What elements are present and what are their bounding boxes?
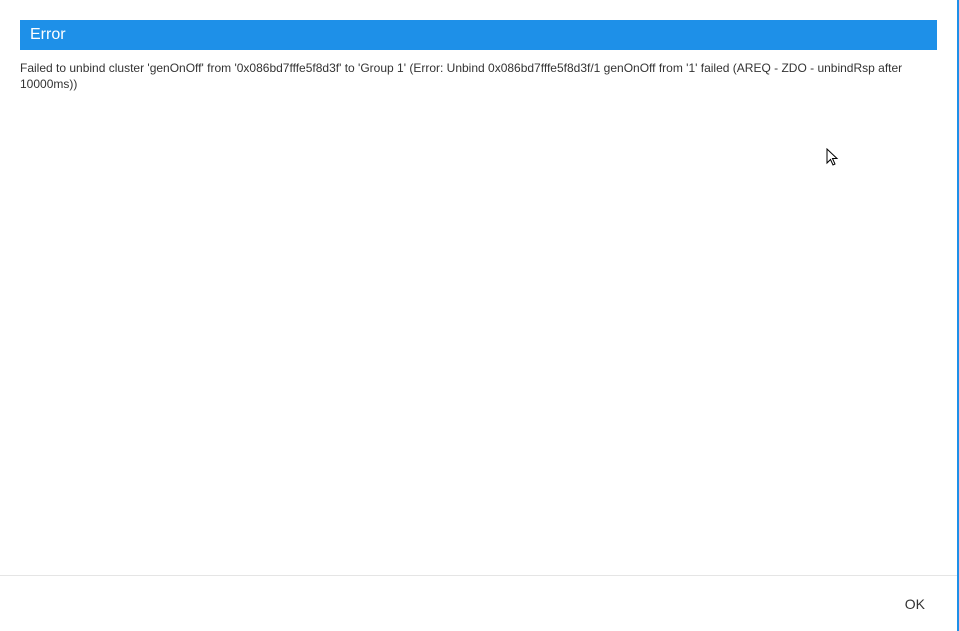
ok-button[interactable]: OK	[895, 590, 935, 618]
dialog-content: Error Failed to unbind cluster 'genOnOff…	[0, 0, 957, 575]
error-dialog: Error Failed to unbind cluster 'genOnOff…	[0, 0, 959, 631]
dialog-title: Error	[30, 26, 66, 43]
dialog-footer: OK	[0, 575, 957, 631]
dialog-title-bar: Error	[20, 20, 937, 50]
error-message: Failed to unbind cluster 'genOnOff' from…	[20, 60, 937, 92]
